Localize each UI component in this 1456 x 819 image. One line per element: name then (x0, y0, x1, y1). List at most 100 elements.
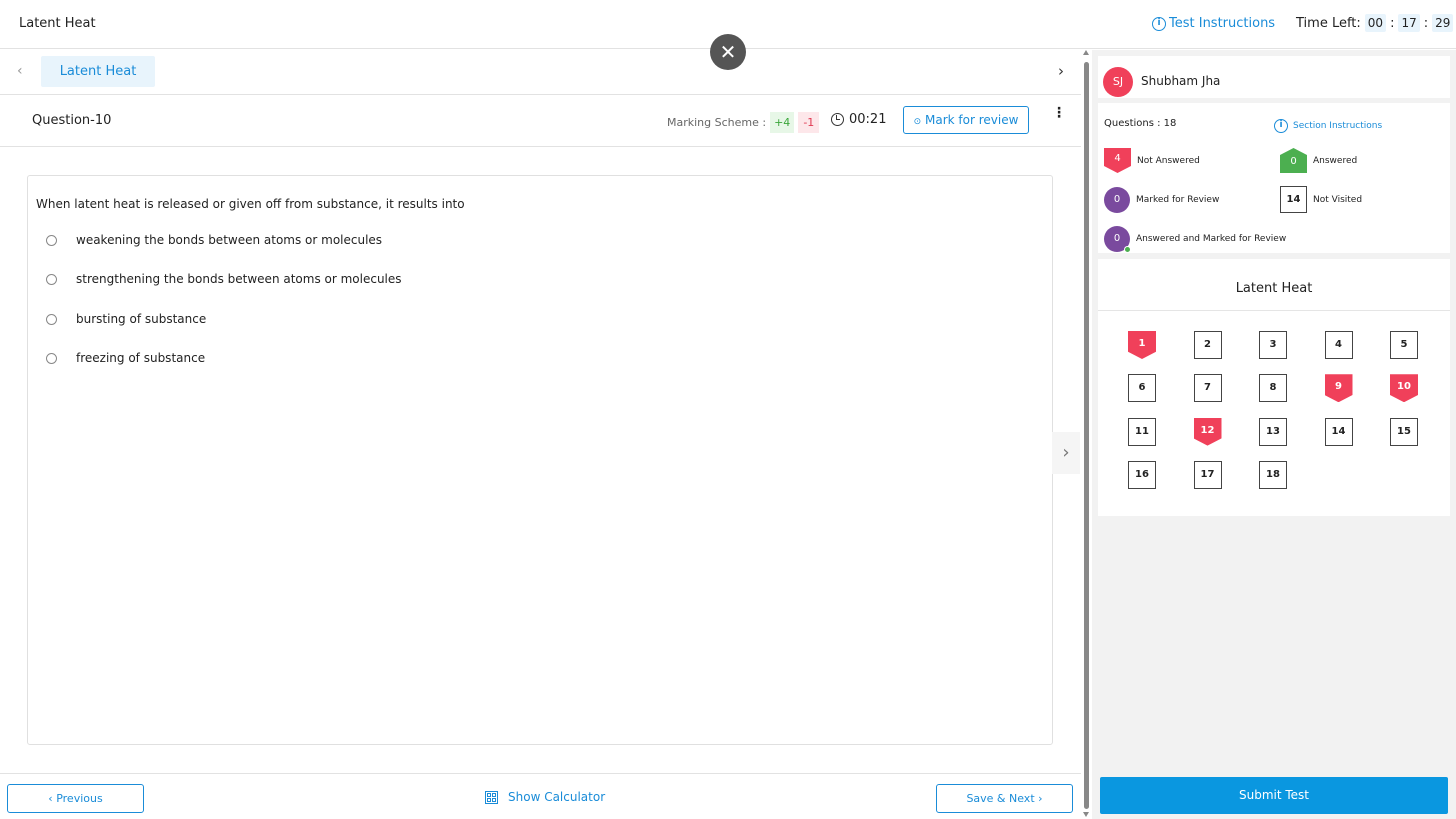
palette-question-16[interactable]: 16 (1128, 460, 1156, 489)
user-card: SJ Shubham Jha (1098, 56, 1450, 98)
question-card: When latent heat is released or given of… (27, 175, 1053, 745)
mark-for-review-button[interactable]: ⊙ Mark for review (903, 106, 1029, 134)
marked-count: 0 (1104, 187, 1130, 213)
option-radio[interactable] (46, 352, 57, 364)
scrollbar[interactable] (1083, 50, 1089, 819)
palette-question-1[interactable]: 1 (1128, 331, 1156, 359)
chevron-right-icon: › (1034, 792, 1043, 805)
option-label: weakening the bonds between atoms or mol… (76, 233, 383, 247)
answered-label: Answered (1313, 155, 1358, 166)
user-name: Shubham Jha (1141, 74, 1221, 88)
not-answered-label: Not Answered (1137, 155, 1200, 166)
timer-minutes: 17 (1398, 14, 1420, 32)
eye-icon: ⊙ (913, 117, 922, 127)
timer-separator: : (1390, 15, 1395, 31)
right-panel: SJ Shubham Jha Questions : 18 i Section … (1092, 50, 1456, 819)
time-left: Time Left: 00 : 17 : 29 (1296, 14, 1454, 32)
answered-marked-label: Answered and Marked for Review (1136, 234, 1287, 244)
legend-answered: 0 Answered (1280, 148, 1357, 173)
avatar: SJ (1103, 67, 1133, 97)
test-title: Latent Heat (19, 16, 96, 31)
section-instructions-link[interactable]: i Section Instructions (1274, 119, 1382, 133)
show-calculator-label: Show Calculator (508, 790, 606, 804)
clock-icon (831, 113, 844, 126)
option-3[interactable]: bursting of substance (46, 312, 206, 326)
section-instructions-label: Section Instructions (1293, 121, 1383, 131)
section-tab-bar: ‹ Latent Heat › (0, 50, 1081, 95)
question-bar: Question-10 Marking Scheme : +4 -1 00:21… (0, 96, 1081, 147)
marking-scheme: Marking Scheme : +4 -1 (667, 112, 820, 133)
palette-question-4[interactable]: 4 (1324, 331, 1353, 359)
close-icon[interactable]: ✕ (710, 34, 746, 70)
option-2[interactable]: strengthening the bonds between atoms or… (46, 272, 402, 286)
legend-not-answered: 4 Not Answered (1104, 148, 1200, 173)
more-options-icon[interactable]: ⋮ (1052, 106, 1066, 120)
info-icon: i (1274, 119, 1288, 133)
footer-bar: ‹ Previous Show Calculator Save & Next › (0, 773, 1081, 819)
marked-label: Marked for Review (1136, 195, 1220, 205)
palette-question-12[interactable]: 12 (1193, 417, 1222, 446)
expand-panel-chevron-icon[interactable]: › (1052, 432, 1080, 474)
palette-question-8[interactable]: 8 (1259, 374, 1287, 403)
option-1[interactable]: weakening the bonds between atoms or mol… (46, 233, 382, 247)
palette-question-2[interactable]: 2 (1193, 331, 1222, 359)
tab-prev-chevron-icon[interactable]: ‹ (17, 63, 23, 79)
not-visited-count: 14 (1280, 186, 1307, 213)
palette-question-10[interactable]: 10 (1390, 374, 1418, 403)
save-next-label: Save & Next (966, 792, 1035, 805)
mark-for-review-label: Mark for review (924, 113, 1019, 127)
marking-scheme-label: Marking Scheme : (667, 116, 767, 129)
tab-next-chevron-icon[interactable]: › (1058, 62, 1064, 80)
question-number: Question-10 (32, 113, 112, 128)
question-time: 00:21 (849, 112, 887, 127)
test-instructions-label: Test Instructions (1169, 16, 1276, 31)
palette-question-3[interactable]: 3 (1259, 331, 1287, 359)
negative-marks: -1 (798, 112, 820, 133)
option-radio[interactable] (46, 234, 57, 246)
summary-card: Questions : 18 i Section Instructions 4 … (1098, 103, 1450, 253)
scroll-down-icon[interactable] (1083, 812, 1089, 817)
not-answered-count: 4 (1104, 148, 1131, 173)
palette-question-7[interactable]: 7 (1193, 374, 1222, 403)
legend-not-visited: 14 Not Visited (1280, 186, 1362, 213)
time-left-label: Time Left: (1296, 15, 1361, 31)
palette-question-17[interactable]: 17 (1193, 460, 1222, 489)
info-icon: i (1152, 16, 1166, 31)
answered-marked-count: 0 (1104, 226, 1131, 253)
option-label: strengthening the bonds between atoms or… (76, 272, 402, 286)
divider (1098, 310, 1450, 311)
palette-question-14[interactable]: 14 (1324, 417, 1353, 446)
test-instructions-link[interactable]: i Test Instructions (1152, 16, 1275, 31)
option-label: bursting of substance (76, 312, 207, 326)
show-calculator-button[interactable]: Show Calculator (485, 790, 605, 804)
palette-title: Latent Heat (1235, 281, 1313, 296)
legend-answered-marked: 0 Answered and Marked for Review (1104, 226, 1287, 253)
palette-question-11[interactable]: 11 (1128, 417, 1156, 446)
questions-count: Questions : 18 (1104, 118, 1177, 129)
palette-question-6[interactable]: 6 (1128, 374, 1156, 403)
option-4[interactable]: freezing of substance (46, 351, 205, 365)
save-next-button[interactable]: Save & Next › (936, 784, 1073, 813)
palette-question-5[interactable]: 5 (1390, 331, 1418, 359)
timer-separator: : (1423, 15, 1429, 31)
palette-question-13[interactable]: 13 (1259, 417, 1287, 446)
tab-latent-heat[interactable]: Latent Heat (41, 56, 155, 87)
question-palette: Latent Heat 1 2 3 4 5 6 7 8 9 10 11 12 13 14 15 16 17 18 (1098, 259, 1450, 516)
palette-question-9[interactable]: 9 (1324, 374, 1353, 403)
timer-hours: 00 (1364, 14, 1387, 32)
option-radio[interactable] (46, 273, 57, 285)
palette-question-18[interactable]: 18 (1259, 460, 1287, 489)
option-radio[interactable] (46, 313, 57, 325)
scrollbar-thumb[interactable] (1084, 62, 1089, 809)
submit-test-button[interactable]: Submit Test (1100, 777, 1448, 814)
calculator-icon (485, 790, 498, 804)
palette-question-15[interactable]: 15 (1390, 417, 1418, 446)
legend-marked-review: 0 Marked for Review (1104, 187, 1219, 213)
previous-label: Previous (56, 792, 103, 805)
not-visited-label: Not Visited (1313, 194, 1363, 205)
question-timer: 00:21 (831, 112, 886, 127)
positive-marks: +4 (770, 112, 795, 133)
scroll-up-icon[interactable] (1083, 50, 1089, 55)
previous-button[interactable]: ‹ Previous (7, 784, 144, 813)
timer-seconds: 29 (1432, 14, 1454, 32)
